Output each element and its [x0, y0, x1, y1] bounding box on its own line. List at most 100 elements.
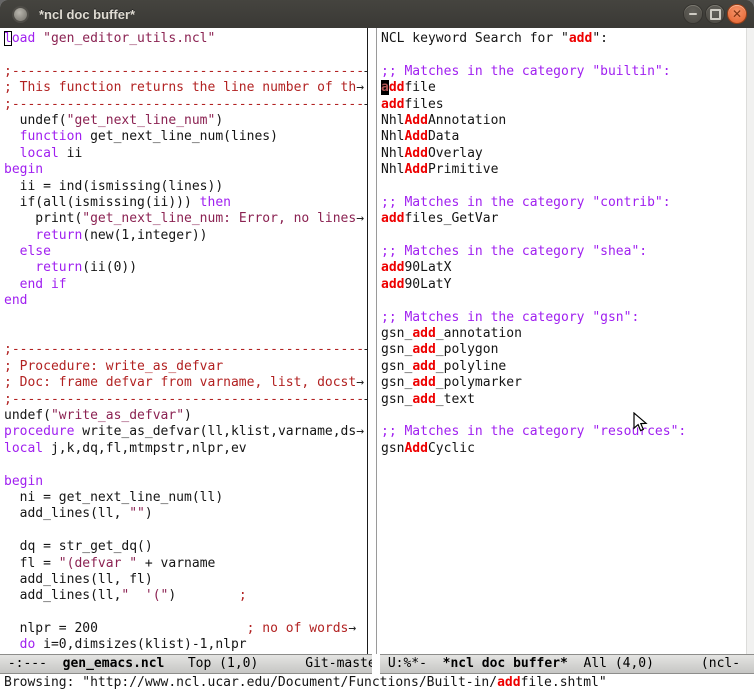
code-segment: gsn_	[381, 326, 412, 341]
code-segment: get_next_line_num(lines)	[82, 129, 278, 144]
code-segment: add	[497, 675, 520, 690]
code-line: NhlAddAnnotation	[381, 113, 746, 129]
code-line	[4, 605, 367, 621]
code-segment: undef(	[4, 408, 51, 423]
code-segment: Nhl	[381, 162, 404, 177]
code-segment: write_as_defvar(ll,klist,varname,ds	[74, 424, 356, 439]
code-segment: →	[348, 621, 356, 636]
right-scrollbar[interactable]	[746, 28, 754, 654]
code-segment: _polymarker	[436, 375, 522, 390]
code-segment: ;---------------------------------------…	[4, 392, 364, 407]
code-segment: add	[381, 260, 404, 275]
titlebar[interactable]: *ncl doc buffer* ✕	[0, 0, 754, 28]
code-segment: ;; Matches in the category "contrib":	[381, 195, 671, 210]
code-segment: add	[412, 326, 435, 341]
code-line: local ii	[4, 146, 367, 162]
code-line: ;; Matches in the category "contrib":	[381, 195, 746, 211]
code-line: ; Doc: frame defvar from varname, list, …	[4, 375, 367, 391]
right-buffer-ncl-doc[interactable]: NCL keyword Search for "add": ;; Matches…	[377, 28, 746, 654]
window-divider[interactable]	[368, 28, 377, 654]
editor-area: load "gen_editor_utils.ncl" ;-----------…	[0, 28, 754, 654]
code-line: addfile	[381, 80, 746, 96]
code-segment: "write_as_defvar"	[51, 408, 184, 423]
code-segment: else	[20, 244, 51, 259]
code-line: ;; Matches in the category "resources":	[381, 424, 746, 440]
code-segment: Nhl	[381, 146, 404, 161]
close-button[interactable]: ✕	[728, 5, 746, 23]
code-segment: "(defvar "	[59, 556, 137, 571]
code-segment: add	[381, 277, 404, 292]
code-line: do i=0,dimsizes(klist)-1,nlpr	[4, 637, 367, 653]
code-segment: All (4,0)	[568, 656, 701, 671]
app-icon	[14, 8, 27, 21]
code-line: ;; Matches in the category "builtin":	[381, 64, 746, 80]
code-line: undef("write_as_defvar")	[4, 408, 367, 424]
code-segment: gsn_	[381, 375, 412, 390]
code-line: gsn_add_polymarker	[381, 375, 746, 391]
code-segment: end if	[20, 277, 67, 292]
code-segment: do	[20, 637, 36, 652]
code-segment	[4, 146, 20, 161]
code-line: ;; Matches in the category "shea":	[381, 244, 746, 260]
code-segment: add	[412, 359, 435, 374]
code-segment: add	[381, 211, 404, 226]
code-segment: function	[20, 129, 83, 144]
code-segment: "get_next_line_num: Error, no lines	[82, 211, 356, 226]
code-segment: Browsing: "http://www.ncl.ucar.edu/Docum…	[4, 675, 497, 690]
code-segment: Nhl	[381, 113, 404, 128]
code-segment: begin	[4, 162, 43, 177]
code-segment: j,k,dq,fl,mtmpstr,nlpr,ev	[43, 441, 247, 456]
code-segment: →	[356, 80, 364, 95]
code-segment: ;; Matches in the category "builtin":	[381, 64, 671, 79]
code-segment: i=0,dimsizes(klist)-1,nlpr	[35, 637, 246, 652]
code-segment: )	[215, 113, 223, 128]
code-line: print("get_next_line_num: Error, no line…	[4, 211, 367, 227]
code-segment: ""	[129, 506, 145, 521]
code-line: NhlAddPrimitive	[381, 162, 746, 178]
code-segment: end	[4, 293, 27, 308]
code-segment: ;; Matches in the category "resources":	[381, 424, 686, 439]
code-segment: dq = str_get_dq()	[4, 539, 153, 554]
code-segment: " '("	[121, 588, 168, 603]
code-segment: (ncl-	[701, 656, 740, 671]
code-segment: →	[356, 424, 364, 439]
code-segment	[4, 260, 35, 275]
minibuffer[interactable]: Browsing: "http://www.ncl.ucar.edu/Docum…	[0, 674, 754, 693]
code-segment	[4, 129, 20, 144]
code-segment: ;---------------------------------------…	[4, 342, 364, 357]
code-line: return(new(1,integer))	[4, 228, 367, 244]
code-segment: ;---------------------------------------…	[4, 97, 364, 112]
code-segment: gsn_	[381, 392, 412, 407]
code-segment: Top (1,0)	[164, 656, 305, 671]
minimize-icon	[689, 13, 697, 15]
code-segment: ; This function returns the line number …	[4, 80, 356, 95]
minimize-button[interactable]	[684, 5, 702, 23]
code-segment: then	[200, 195, 231, 210]
code-segment: ":	[592, 31, 608, 46]
code-line: local j,k,dq,fl,mtmpstr,nlpr,ev	[4, 441, 367, 457]
maximize-button[interactable]	[706, 5, 724, 23]
modeline-gap	[372, 654, 380, 674]
code-line: addfiles_GetVar	[381, 211, 746, 227]
code-line: addfiles	[381, 97, 746, 113]
code-segment: →	[356, 375, 364, 390]
code-segment: print(	[4, 211, 82, 226]
code-line: ;---------------------------------------…	[4, 97, 367, 113]
code-segment: Add	[404, 129, 427, 144]
modeline-left: -:--- gen_emacs.ncl Top (1,0) Git-maste	[0, 654, 372, 674]
code-segment: ;---------------------------------------…	[4, 64, 364, 79]
code-line: add_lines(ll, "")	[4, 506, 367, 522]
code-segment: add	[412, 375, 435, 390]
code-segment: Add	[404, 162, 427, 177]
code-segment: -:---	[0, 656, 63, 671]
code-segment: _polyline	[436, 359, 506, 374]
code-segment: ii	[59, 146, 82, 161]
code-segment: U:%*-	[380, 656, 443, 671]
code-segment: Git-maste	[305, 656, 372, 671]
text-cursor: a	[381, 80, 389, 95]
code-line: ; This function returns the line number …	[4, 80, 367, 96]
code-segment: dd	[389, 80, 405, 95]
code-line	[4, 326, 367, 342]
left-buffer-gen-emacs-ncl[interactable]: load "gen_editor_utils.ncl" ;-----------…	[0, 28, 368, 654]
code-segment	[4, 244, 20, 259]
